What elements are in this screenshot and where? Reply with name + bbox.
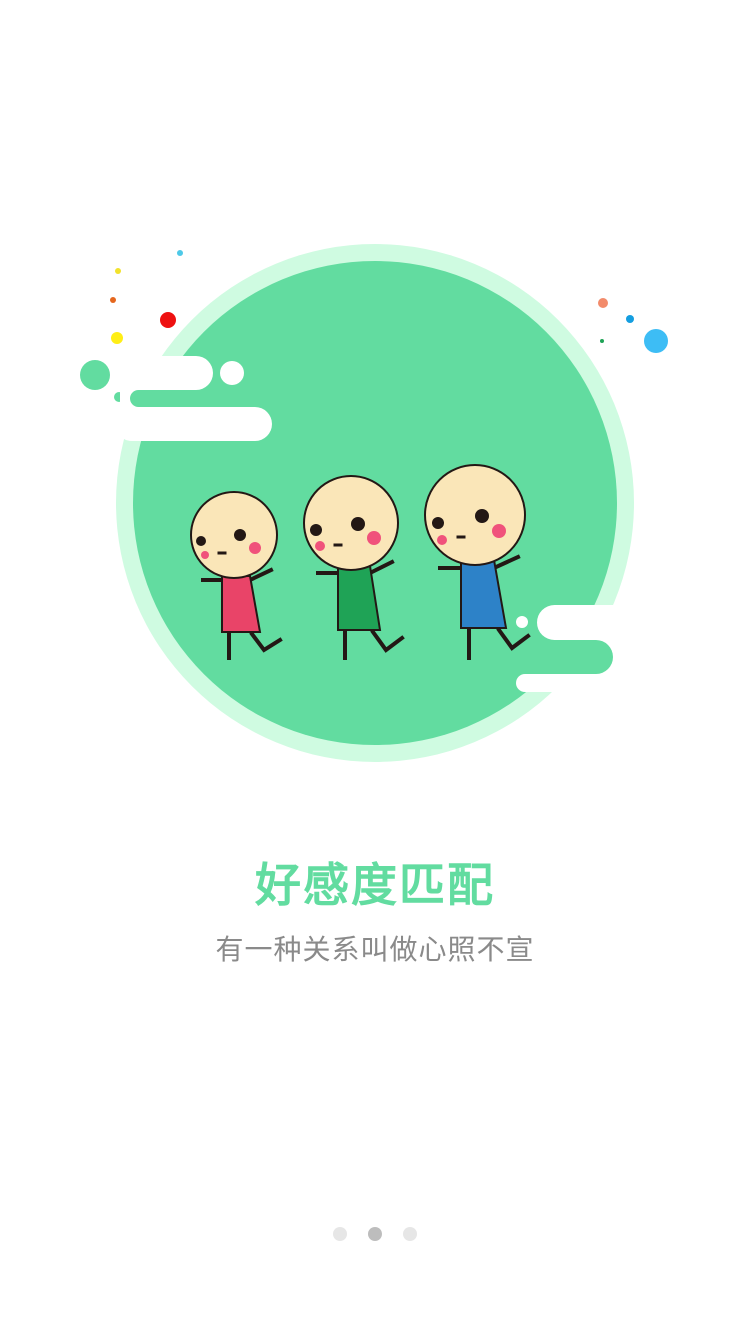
page-dot-active[interactable] xyxy=(368,1227,382,1241)
onboarding-title: 好感度匹配 xyxy=(255,858,495,912)
confetti-dot xyxy=(598,298,608,308)
onboarding-subtitle: 有一种关系叫做心照不宣 xyxy=(215,933,535,966)
confetti-dot xyxy=(220,361,244,385)
confetti-dot xyxy=(110,297,116,303)
confetti-dot xyxy=(516,616,528,628)
page-dot[interactable] xyxy=(403,1227,417,1241)
confetti-dot xyxy=(626,315,634,323)
confetti-dot xyxy=(160,312,176,328)
page-dot[interactable] xyxy=(333,1227,347,1241)
confetti-dot xyxy=(644,329,668,353)
illustration xyxy=(80,244,668,762)
page-indicator xyxy=(0,1227,750,1243)
confetti-dot xyxy=(111,332,123,344)
confetti-dot xyxy=(80,360,110,390)
confetti-dot xyxy=(115,268,121,274)
onboarding-screen: 好感度匹配 有一种关系叫做心照不宣 xyxy=(0,0,750,1334)
confetti-dot xyxy=(177,250,183,256)
confetti-dot xyxy=(600,339,604,343)
